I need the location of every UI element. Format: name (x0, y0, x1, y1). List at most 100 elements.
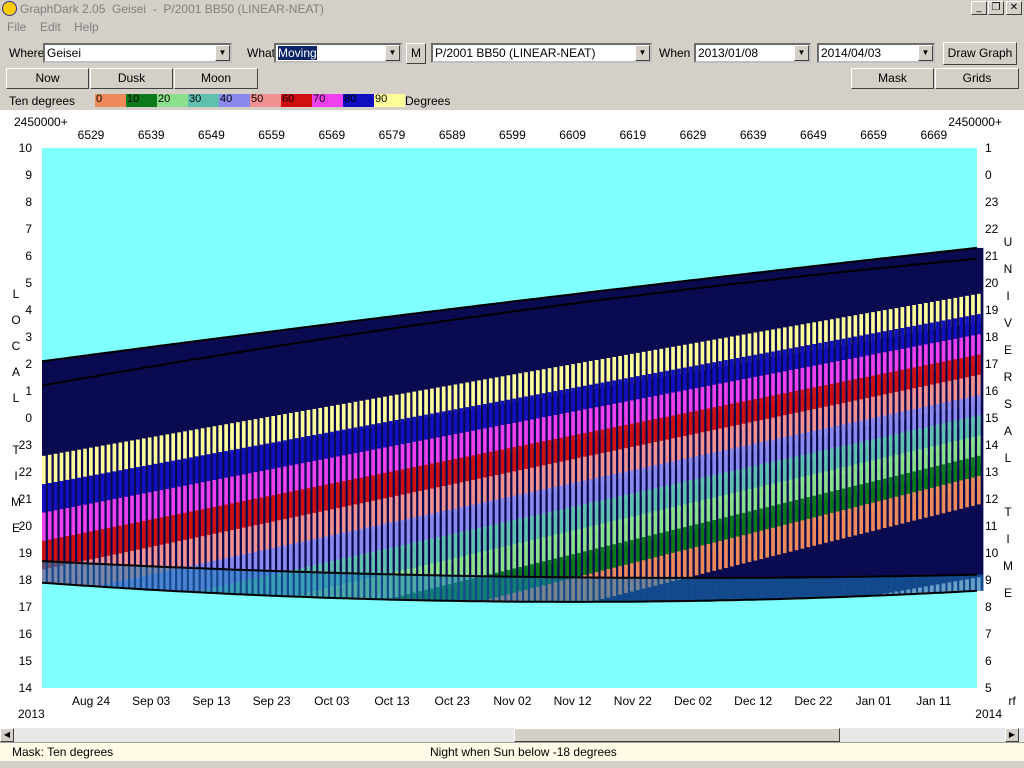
twilight-cell (383, 574, 390, 600)
altitude-cell (394, 495, 399, 525)
altitude-cell (224, 424, 228, 453)
julian-prefix-left: 2450000+ (14, 115, 68, 129)
altitude-cell (212, 453, 217, 482)
altitude-cell (206, 508, 211, 537)
chevron-down-icon[interactable]: ▼ (635, 45, 650, 61)
local-time-tick: 4 (25, 303, 32, 317)
chevron-down-icon[interactable]: ▼ (385, 45, 400, 61)
altitude-cell (218, 425, 223, 454)
altitude-cell (153, 518, 158, 547)
maximize-button[interactable]: ❐ (988, 1, 1004, 15)
altitude-cell (253, 445, 258, 474)
twilight-cell (877, 576, 884, 596)
right-axis-letter: S (1004, 397, 1012, 411)
twilight-cell (100, 564, 108, 587)
altitude-cell (806, 518, 811, 548)
altitude-cell (512, 495, 517, 525)
altitude-cell (341, 403, 346, 433)
altitude-cell (506, 448, 511, 477)
altitude-cell (212, 479, 217, 509)
altitude-cell (42, 455, 46, 485)
close-button[interactable]: ✕ (1006, 1, 1022, 15)
moon-button[interactable]: Moon (174, 68, 258, 89)
chevron-down-icon[interactable]: ▼ (794, 45, 809, 61)
altitude-cell (718, 541, 722, 570)
altitude-cell (336, 430, 340, 460)
altitude-cell (206, 427, 211, 456)
altitude-cell (147, 492, 152, 521)
altitude-cell (377, 448, 381, 477)
what-select[interactable]: Moving ▼ (274, 43, 402, 63)
twilight-cell (277, 571, 284, 596)
altitude-cell (824, 514, 828, 543)
altitude-cell (65, 451, 70, 481)
visibility-chart[interactable]: 10 9 8 7 6 5 4 3 2 1 0 23 22 21 20 19 18 17 16 15 14 1 0 23 22 21… (0, 110, 1024, 728)
altitude-cell (165, 434, 170, 463)
altitude-cell (388, 547, 393, 577)
chevron-down-icon[interactable]: ▼ (918, 45, 933, 61)
end-date-select[interactable]: 2014/04/03 ▼ (817, 43, 935, 63)
grids-button[interactable]: Grids (935, 68, 1019, 89)
altitude-cell (430, 438, 434, 467)
right-axis-letter: M (1003, 559, 1013, 573)
object-value: P/2001 BB50 (LINEAR-NEAT) (435, 46, 596, 60)
altitude-cell (882, 499, 887, 529)
now-button[interactable]: Now (6, 68, 89, 89)
when-label: When (659, 46, 691, 60)
what-label: What (247, 46, 276, 60)
altitude-cell (206, 454, 211, 483)
right-axis-letter: I (1006, 532, 1009, 546)
altitude-cell (859, 505, 864, 534)
menu-edit[interactable]: Edit (40, 20, 61, 34)
altitude-cell (171, 433, 176, 462)
scroll-thumb[interactable] (514, 728, 840, 742)
mask-button[interactable]: Mask (851, 68, 934, 89)
altitude-cell (283, 492, 287, 522)
altitude-cell (494, 450, 499, 479)
twilight-cell (677, 577, 684, 602)
date-tick: Nov 22 (614, 694, 652, 708)
menu-help[interactable]: Help (74, 20, 99, 34)
minimize-button[interactable]: _ (971, 1, 987, 15)
twilight-cell (218, 569, 225, 594)
twilight-cell (888, 576, 896, 596)
where-select[interactable]: Geisei ▼ (43, 43, 232, 63)
twilight-cell (977, 574, 984, 591)
altitude-cell (118, 442, 123, 471)
altitude-cell (324, 510, 328, 539)
object-select[interactable]: P/2001 BB50 (LINEAR-NEAT) ▼ (431, 43, 652, 63)
altitude-cell (406, 443, 411, 472)
altitude-cell (506, 423, 511, 453)
twilight-cell (841, 576, 849, 597)
altitude-cell (212, 426, 217, 455)
twilight-cell (912, 575, 919, 595)
end-date-value: 2014/04/03 (821, 46, 882, 60)
menu-file[interactable]: File (7, 20, 26, 34)
start-date-select[interactable]: 2013/01/08 ▼ (694, 43, 811, 63)
scroll-right-icon[interactable]: ▶ (1005, 728, 1019, 742)
altitude-cell (447, 460, 452, 489)
m-button[interactable]: M (406, 43, 426, 64)
scroll-left-icon[interactable]: ◀ (0, 728, 14, 742)
altitude-cell (383, 523, 387, 553)
altitude-cell (77, 505, 81, 535)
altitude-cell (483, 502, 487, 531)
altitude-cell (412, 441, 417, 471)
altitude-cell (59, 509, 64, 538)
twilight-cell (524, 576, 531, 602)
horizontal-scrollbar[interactable]: ◀ ▶ (0, 728, 1024, 742)
altitude-cell (71, 506, 76, 536)
altitude-cell (365, 425, 370, 454)
altitude-cell (271, 416, 275, 445)
dusk-button[interactable]: Dusk (90, 68, 173, 89)
altitude-cell (118, 470, 123, 499)
legend-unit: Degrees (405, 94, 451, 108)
right-axis-letter: U (1004, 235, 1013, 249)
altitude-cell (459, 432, 464, 462)
julian-date-tick: 6569 (318, 128, 345, 142)
chevron-down-icon[interactable]: ▼ (215, 45, 230, 61)
altitude-cell (171, 487, 176, 517)
twilight-cell (447, 575, 455, 601)
twilight-cell (865, 576, 872, 597)
draw-graph-button[interactable]: Draw Graph (943, 42, 1017, 65)
